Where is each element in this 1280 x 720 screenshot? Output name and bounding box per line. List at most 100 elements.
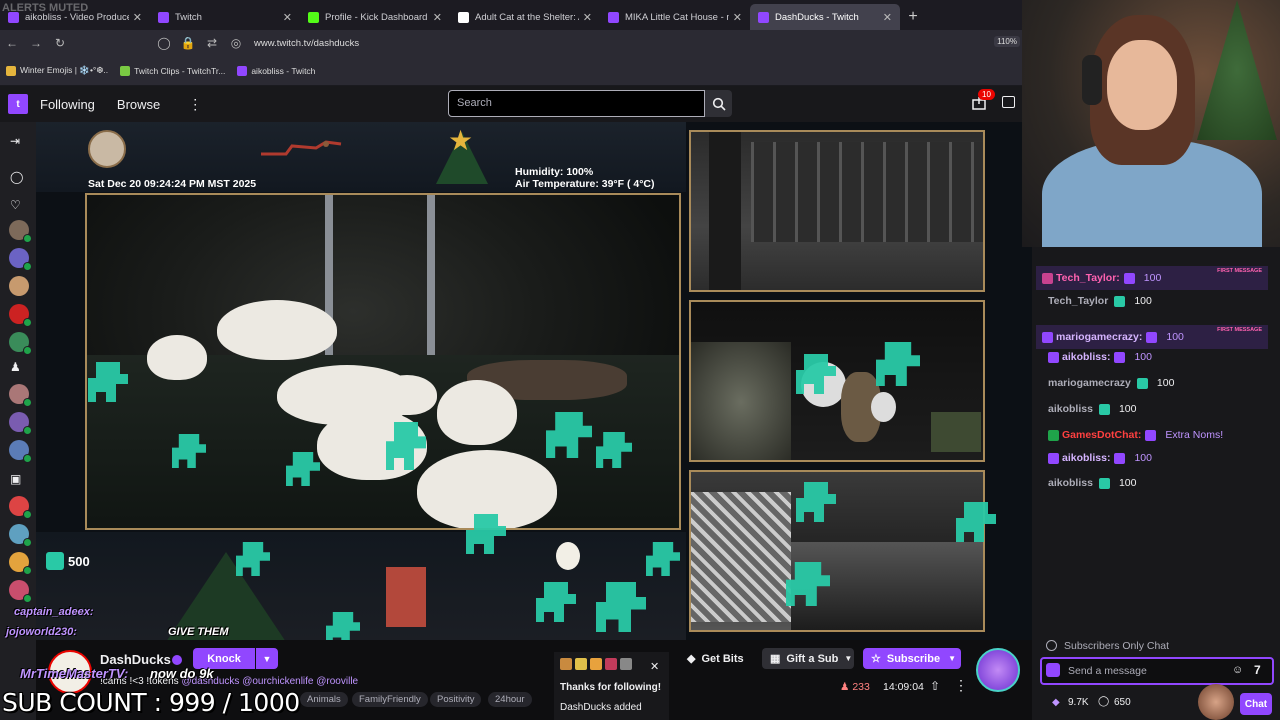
recommended-icon[interactable]: ◯ [10,170,23,184]
chicken-decoration [386,567,426,627]
twitch-top-nav: t Following Browse ⋮ Search 10 [0,86,1022,122]
seventv-icon[interactable]: 7 [1254,663,1261,677]
tag-positivity[interactable]: Positivity [430,692,482,707]
permissions-icon[interactable]: ⇄ [200,36,224,50]
get-bits-button[interactable]: ◆ Get Bits [687,648,749,669]
sub-count-overlay: SUB COUNT : 999 / 1000 [2,688,300,717]
close-tab-icon[interactable]: ✕ [433,11,442,24]
chat-username[interactable]: mariogamecrazy [1048,377,1131,389]
channel-avatar[interactable] [9,412,32,435]
channel-avatar[interactable] [9,276,29,296]
cheer-emote-icon [1123,272,1135,284]
close-tab-icon[interactable]: ✕ [133,11,142,24]
emote-picker-icon[interactable]: ☺ [1232,664,1243,676]
channel-avatar[interactable] [9,332,32,355]
tracking-icon[interactable]: ◎ [224,36,248,50]
url-bar[interactable]: www.twitch.tv/dashducks [254,38,359,49]
channel-avatar[interactable] [9,552,32,575]
browser-tab[interactable]: DashDucks - Twitch ✕ [750,4,900,30]
forward-icon[interactable]: → [24,36,48,50]
chat-username[interactable]: Tech_Taylor [1048,295,1108,307]
channel-logo [88,130,126,168]
share-icon[interactable]: ⇧ [930,679,940,693]
hype-train-icon[interactable] [976,648,1020,692]
twitch-logo-icon[interactable]: t [8,94,28,114]
new-tab-button[interactable]: + [900,4,926,30]
chat-username[interactable]: aikobliss: [1062,452,1110,464]
chat-send-button[interactable]: Chat [1240,693,1272,715]
chat-username[interactable]: aikobliss [1048,403,1093,415]
search-input[interactable]: Search [448,90,705,117]
chat-username[interactable]: aikobliss [1048,477,1093,489]
tag-familyfriendly[interactable]: FamilyFriendly [352,692,428,707]
channel-avatar[interactable] [9,248,32,271]
channel-points-balance[interactable]: 650 [1114,697,1131,708]
sleigh-decoration [261,140,342,156]
channel-name[interactable]: DashDucks [100,652,171,667]
chevron-down-icon[interactable]: ▼ [256,648,278,669]
bookmark-twitch-clips[interactable]: Twitch Clips - TwitchTr... [120,65,225,76]
emote-row [560,658,632,670]
channel-avatar[interactable] [9,440,32,463]
chat-badge-icon [1048,452,1059,464]
heart-icon[interactable]: ♡ [10,198,21,212]
close-tab-icon[interactable]: ✕ [733,11,742,24]
more-options-icon[interactable]: ⋮ [954,677,968,694]
chat-username[interactable]: Tech_Taylor: [1056,272,1120,284]
tab-favicon-icon [758,11,769,23]
channel-avatar[interactable] [9,580,32,603]
video-icon[interactable]: ▣ [10,472,21,486]
more-menu-icon[interactable]: ⋮ [188,96,202,113]
channel-avatar[interactable] [9,524,32,547]
chevron-down-icon: ▼ [844,654,853,663]
chat-text: 100 [1134,351,1152,363]
dino-emote-icon [1098,477,1110,489]
bookmark-winter-emojis[interactable]: Winter Emojis | ❄️•°❆.. [6,65,108,76]
bits-balance[interactable]: 9.7K [1068,697,1089,708]
channel-avatar[interactable] [9,496,32,519]
reload-icon[interactable]: ↻ [48,36,72,50]
close-tab-icon[interactable]: ✕ [583,11,592,24]
chat-badge-icon [1042,331,1053,343]
search-button[interactable] [705,90,732,117]
browser-tab[interactable]: MIKA Little Cat House - meow.c✕ [600,4,750,30]
tag-animals[interactable]: Animals [300,692,348,707]
whispers-icon[interactable] [1002,96,1015,108]
chat-input-placeholder: Send a message [1068,665,1147,677]
tab-favicon-icon [608,11,619,23]
bookmarks-bar: Winter Emojis | ❄️•°❆.. Twitch Clips - T… [0,56,1022,86]
shield-icon[interactable]: ◯ [152,36,176,50]
expand-sidebar-icon[interactable]: ⇥ [10,134,20,148]
channel-avatar[interactable] [9,384,32,407]
browser-tab[interactable]: Profile - Kick Dashboard ✕ [300,4,450,30]
zoom-level[interactable]: 110% [994,36,1020,47]
chat-message: aikobliss: 100 [1048,452,1280,464]
chat-username[interactable]: aikobliss: [1062,351,1110,363]
nav-browse[interactable]: Browse [117,97,160,112]
notifications-badge: 10 [978,89,995,100]
close-tab-icon[interactable]: ✕ [283,11,292,24]
channel-avatar[interactable] [9,304,32,327]
gift-sub-button[interactable]: ▦ Gift a Sub ▼ [762,648,854,669]
barn-camera [689,130,985,292]
nav-following[interactable]: Following [40,97,95,112]
browser-tab[interactable]: Adult Cat at the Shelter: A Hear✕ [450,4,600,30]
video-player[interactable]: ★ Sat Dec 20 09:24:24 PM MST 2025 Humidi… [36,122,1032,640]
chat-text: 100 [1118,403,1137,415]
browser-tab[interactable]: Twitch ✕ [150,4,300,30]
close-icon[interactable]: ✕ [650,660,659,673]
add-friend-icon[interactable]: ♟ [10,360,21,374]
chat-badge-icon[interactable] [1046,663,1060,677]
channel-avatar[interactable] [9,220,32,243]
bookmark-aikobliss[interactable]: aikobliss - Twitch [237,65,315,76]
tag-24hour[interactable]: 24hour [488,692,532,707]
clips-icon [120,65,131,76]
subscribe-button[interactable]: ☆ Subscribe ▼ [863,648,961,669]
chat-text: 100 [1166,331,1184,343]
chat-username[interactable]: mariogamecrazy: [1056,331,1142,343]
lock-icon[interactable]: 🔒 [176,36,200,50]
close-tab-icon[interactable]: ✕ [883,11,892,24]
back-icon[interactable]: ← [0,36,24,50]
chat-username[interactable]: GamesDotChat: [1062,429,1141,441]
first-message-label: FIRST MESSAGE [1217,268,1262,274]
